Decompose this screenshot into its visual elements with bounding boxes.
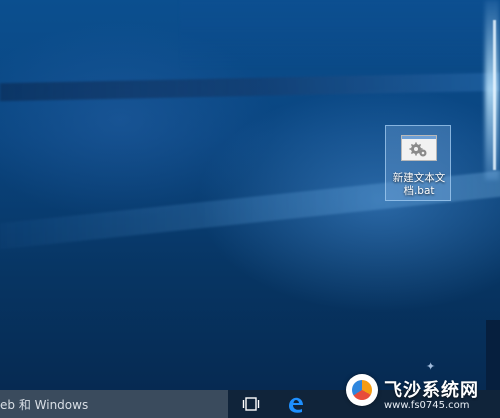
settings-file-icon [401, 135, 437, 161]
site-logo-icon [346, 374, 378, 406]
edge-icon [289, 397, 303, 413]
desktop-icon-label: 新建文本文档.bat [392, 172, 446, 197]
taskbar-search-box[interactable]: eb 和 Windows [0, 390, 228, 418]
task-view-icon [242, 397, 260, 411]
wallpaper-beam [493, 20, 496, 170]
wallpaper-beam [485, 0, 499, 180]
task-view-button[interactable] [236, 390, 266, 418]
desktop-icon-bat-file[interactable]: 新建文本文档.bat [385, 125, 451, 201]
watermark-title: 飞沙系统网 [384, 380, 479, 401]
search-placeholder: eb 和 Windows [0, 398, 89, 412]
desktop-wallpaper: 新建文本文档.bat ✦ [0, 0, 500, 390]
watermark: 飞沙系统网 www.fs0745.com [340, 370, 500, 418]
watermark-url: www.fs0745.com [384, 400, 470, 411]
wallpaper-beam [0, 72, 500, 102]
edge-browser-button[interactable] [280, 390, 310, 418]
wallpaper-glow [180, 0, 500, 70]
